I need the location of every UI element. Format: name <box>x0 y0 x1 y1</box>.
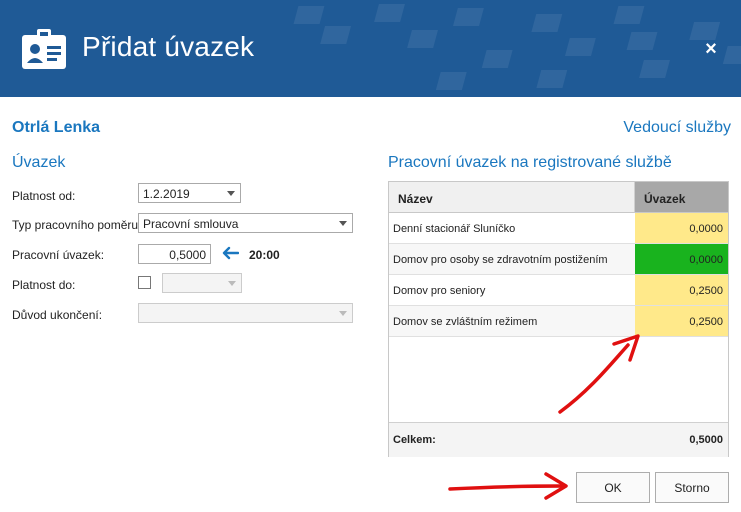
total-label: Celkem: <box>393 434 436 446</box>
table-footer: Celkem: 0,5000 <box>389 422 728 457</box>
pracovni-uvazek-input[interactable]: 0,5000 <box>138 244 211 264</box>
row-value-cell[interactable]: 0,0000 <box>635 213 728 243</box>
column-header-nazev[interactable]: Název <box>389 182 635 213</box>
typ-pomeru-select[interactable]: Pracovní smlouva <box>138 213 353 233</box>
row-value-cell[interactable]: 0,2500 <box>635 306 728 336</box>
dialog-header: Přidat úvazek × <box>0 0 741 97</box>
label-pracovni-uvazek: Pracovní úvazek: <box>12 248 105 262</box>
table-row[interactable]: Domov pro osoby se zdravotním postižením… <box>389 244 728 275</box>
label-platnost-do: Platnost do: <box>12 278 76 292</box>
label-duvod-ukonceni: Důvod ukončení: <box>12 308 103 322</box>
table-row[interactable]: Domov pro seniory 0,2500 <box>389 275 728 306</box>
column-header-uvazek-label: Úvazek <box>644 192 686 206</box>
lead-link[interactable]: Vedoucí služby <box>623 119 731 137</box>
annotation-arrow-to-ok <box>448 472 568 500</box>
table-row[interactable]: Domov se zvláštním režimem 0,2500 <box>389 306 728 337</box>
row-value: 0,2500 <box>689 316 723 328</box>
total-value: 0,5000 <box>689 434 723 446</box>
row-value: 0,0000 <box>689 223 723 235</box>
services-table: Název Úvazek Denní stacionář Sluníčko 0,… <box>388 181 729 457</box>
uvazek-hours: 20:00 <box>249 248 280 262</box>
row-name: Domov se zvláštním režimem <box>393 316 538 328</box>
row-value: 0,2500 <box>689 285 723 297</box>
chevron-down-icon <box>227 191 235 196</box>
chevron-down-icon <box>339 311 347 316</box>
duvod-ukonceni-select[interactable] <box>138 303 353 323</box>
close-icon[interactable]: × <box>700 38 722 60</box>
column-header-nazev-label: Název <box>398 192 433 206</box>
dialog-title: Přidat úvazek <box>82 31 255 62</box>
label-typ-pomeru: Typ pracovního poměru: <box>12 218 142 232</box>
platnost-do-select[interactable] <box>162 273 242 293</box>
section-title-registered-service: Pracovní úvazek na registrované službě <box>388 154 672 171</box>
id-badge-icon <box>22 29 66 69</box>
chevron-down-icon <box>339 221 347 226</box>
table-row[interactable]: Denní stacionář Sluníčko 0,0000 <box>389 213 728 244</box>
section-title-uvazek: Úvazek <box>12 154 66 171</box>
arrow-left-icon <box>222 246 239 260</box>
column-header-uvazek[interactable]: Úvazek <box>635 182 728 213</box>
row-name: Domov pro osoby se zdravotním postižením <box>393 254 608 266</box>
storno-button[interactable]: Storno <box>655 472 729 503</box>
platnost-od-select[interactable]: 1.2.2019 <box>138 183 241 203</box>
row-name: Domov pro seniory <box>393 285 486 297</box>
person-name: Otrlá Lenka <box>12 119 101 136</box>
row-value: 0,0000 <box>689 254 723 266</box>
typ-pomeru-value: Pracovní smlouva <box>143 217 239 231</box>
pracovni-uvazek-value: 0,5000 <box>169 248 206 262</box>
platnost-do-checkbox[interactable] <box>138 276 151 289</box>
row-value-cell[interactable]: 0,0000 <box>635 244 728 274</box>
ok-button[interactable]: OK <box>576 472 650 503</box>
row-value-cell[interactable]: 0,2500 <box>635 275 728 305</box>
label-platnost-od: Platnost od: <box>12 189 76 203</box>
chevron-down-icon <box>228 281 236 286</box>
platnost-od-value: 1.2.2019 <box>143 187 190 201</box>
row-name: Denní stacionář Sluníčko <box>393 223 516 235</box>
